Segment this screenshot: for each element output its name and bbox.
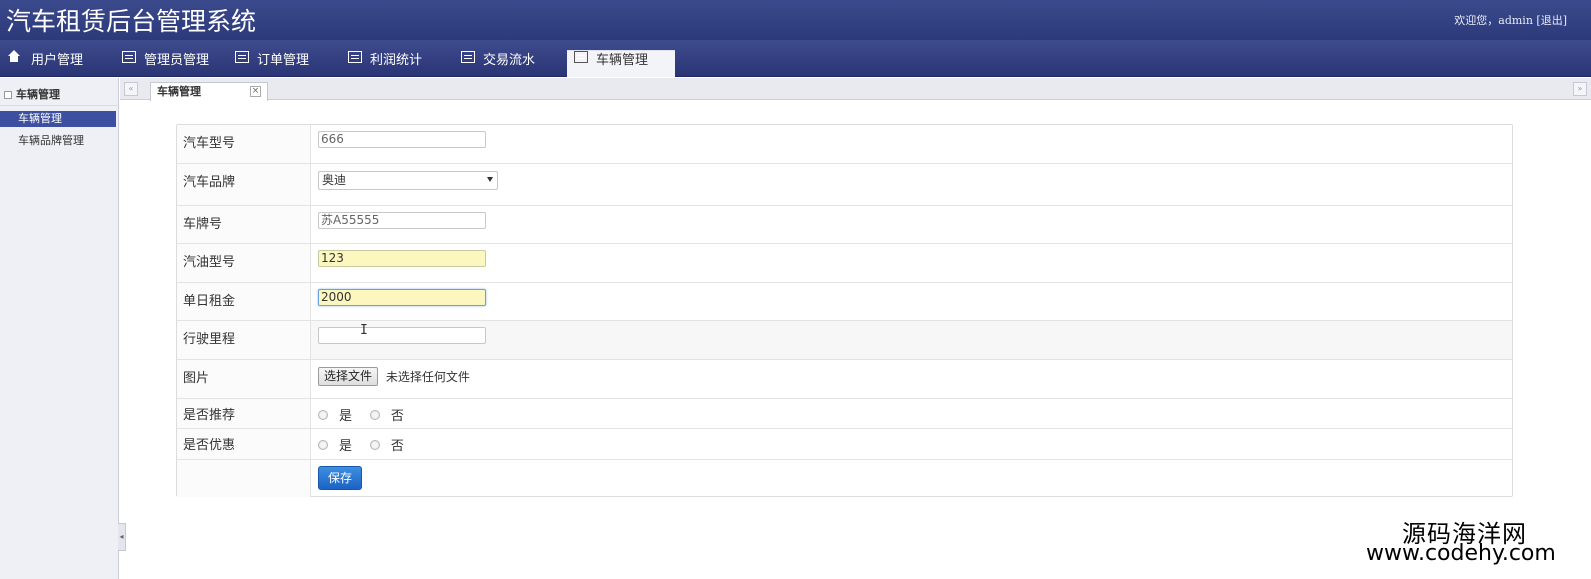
recommend-yes-label: 是 <box>339 409 353 424</box>
recommend-no-radio[interactable] <box>369 409 380 420</box>
fuel-label: 汽油型号 <box>177 244 311 282</box>
file-status-text: 未选择任何文件 <box>385 370 470 384</box>
brand-label: 汽车品牌 <box>177 164 311 205</box>
tab-scroll-left-button[interactable]: « <box>124 82 138 96</box>
discount-no-radio[interactable] <box>369 439 380 450</box>
brand-select[interactable]: 奥迪 <box>318 171 498 190</box>
form-row-daily-rent: 单日租金 2000 <box>177 283 1512 321</box>
model-input[interactable]: 666 <box>318 131 486 148</box>
sidebar-section-header[interactable]: 车辆管理 <box>0 84 119 106</box>
tab-vehicles[interactable]: 车辆管理 × <box>150 82 268 101</box>
tab-scroll-right-button[interactable]: » <box>1573 82 1587 96</box>
form-row-plate: 车牌号 苏A55555 <box>177 206 1512 244</box>
plate-label: 车牌号 <box>177 206 311 243</box>
collapse-box-icon <box>4 91 12 99</box>
discount-yes-radio[interactable] <box>318 439 328 450</box>
model-label: 汽车型号 <box>177 125 311 163</box>
daily-rent-input[interactable]: 2000 <box>318 289 486 306</box>
nav-item-users[interactable]: 用户管理 <box>7 49 83 77</box>
form-row-discount: 是否优惠 是 否 <box>177 429 1512 460</box>
daily-rent-label: 单日租金 <box>177 283 311 320</box>
list-icon <box>574 51 588 63</box>
form-row-brand: 汽车品牌 奥迪 <box>177 164 1512 206</box>
recommend-no-label: 否 <box>390 409 404 424</box>
list-icon <box>348 51 362 63</box>
nav-item-label: 订单管理 <box>257 53 310 68</box>
app-header: 汽车租赁后台管理系统 欢迎您，admin [退出] <box>0 0 1591 40</box>
recommend-label: 是否推荐 <box>177 399 311 428</box>
form-row-mileage: 行驶里程 <box>177 321 1512 360</box>
nav-item-transactions[interactable]: 交易流水 <box>461 49 535 77</box>
sidebar-item-vehicles[interactable]: 车辆管理 <box>0 111 116 127</box>
text-cursor-icon: I <box>360 323 368 338</box>
image-label: 图片 <box>177 360 311 398</box>
tab-label: 车辆管理 <box>157 85 201 98</box>
discount-no-label: 否 <box>390 439 404 454</box>
sidebar-item-brands[interactable]: 车辆品牌管理 <box>0 133 116 149</box>
app-title: 汽车租赁后台管理系统 <box>6 7 257 36</box>
form-row-image: 图片 选择文件 未选择任何文件 <box>177 360 1512 399</box>
nav-item-orders[interactable]: 订单管理 <box>235 49 309 77</box>
welcome-logout-link[interactable]: 欢迎您，admin [退出] <box>1454 12 1567 28</box>
list-icon <box>235 51 249 63</box>
plate-input[interactable]: 苏A55555 <box>318 212 486 229</box>
nav-item-admins[interactable]: 管理员管理 <box>122 49 209 77</box>
form-row-fuel: 汽油型号 123 <box>177 244 1512 283</box>
mileage-label: 行驶里程 <box>177 321 311 359</box>
nav-item-label: 交易流水 <box>483 53 536 68</box>
discount-label: 是否优惠 <box>177 429 311 459</box>
home-icon <box>7 50 21 62</box>
list-icon <box>461 51 475 63</box>
nav-item-label: 用户管理 <box>31 53 84 68</box>
form-row-recommend: 是否推荐 是 否 <box>177 399 1512 429</box>
watermark-line2: www.codehy.com <box>1366 541 1556 566</box>
nav-item-label: 管理员管理 <box>144 53 210 68</box>
close-icon[interactable]: × <box>250 86 261 97</box>
nav-item-label: 车辆管理 <box>596 53 649 68</box>
save-button[interactable]: 保存 <box>318 466 362 490</box>
nav-item-vehicles[interactable]: 车辆管理 <box>574 49 648 77</box>
mileage-input[interactable] <box>318 327 486 344</box>
vehicle-form: 汽车型号 666 汽车品牌 奥迪 车牌号 苏A55555 汽油型号 123 单日… <box>176 124 1513 497</box>
tab-strip: « 车辆管理 × » <box>120 78 1591 101</box>
form-row-model: 汽车型号 666 <box>177 125 1512 164</box>
chevron-down-icon <box>487 177 493 182</box>
sidebar-collapse-handle[interactable]: ◂ <box>118 523 126 551</box>
actions-label-cell <box>177 460 311 497</box>
choose-file-button[interactable]: 选择文件 <box>318 367 379 386</box>
recommend-yes-radio[interactable] <box>318 409 328 420</box>
brand-select-value: 奥迪 <box>322 173 347 187</box>
sidebar-section-label: 车辆管理 <box>16 88 60 101</box>
sidebar: 车辆管理 车辆管理 车辆品牌管理 <box>0 78 119 579</box>
fuel-input[interactable]: 123 <box>318 250 486 267</box>
discount-yes-label: 是 <box>339 439 353 454</box>
form-row-actions: 保存 <box>177 460 1512 497</box>
nav-item-profit[interactable]: 利润统计 <box>348 49 422 77</box>
list-icon <box>122 51 136 63</box>
nav-item-label: 利润统计 <box>370 53 423 68</box>
